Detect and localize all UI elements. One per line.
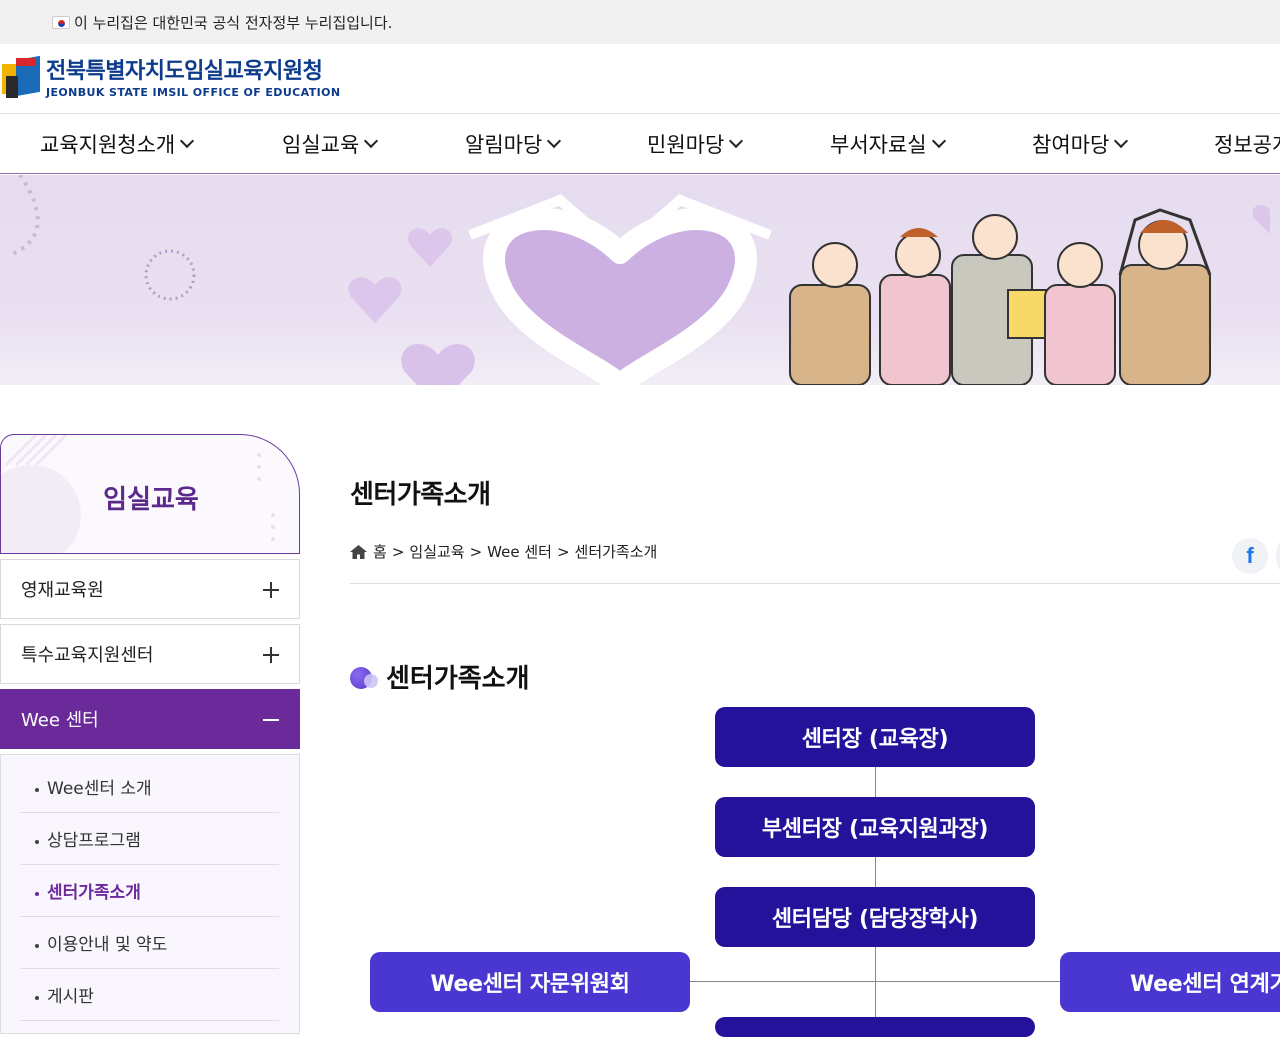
submenu-item-directions[interactable]: 이용안내 및 약도: [21, 917, 279, 969]
submenu-item-staff-intro[interactable]: 센터가족소개: [21, 865, 279, 917]
hero-illustration: [9, 175, 1270, 385]
org-vice-head-label: 부센터장 (교육지원과장): [761, 817, 989, 842]
breadcrumb-separator: >: [556, 542, 570, 561]
chevron-down-icon: [180, 133, 195, 149]
gnb-label: 참여마당: [1032, 133, 1110, 157]
page-title: 센터가족소개: [350, 480, 491, 510]
gnb-item-info-disclosure[interactable]: 정보공개: [1214, 115, 1280, 173]
plus-icon: [263, 647, 279, 663]
gov-banner: 이 누리집은 대한민국 공식 전자정부 누리집입니다.: [0, 0, 1280, 44]
sidebar-item-label: 특수교육지원센터: [21, 645, 154, 666]
chevron-down-icon: [729, 133, 744, 149]
org-next-box: [715, 1017, 1035, 1037]
facebook-share-button[interactable]: f: [1232, 538, 1268, 574]
org-center-head-label: 센터장 (교육장): [801, 727, 949, 752]
minus-icon: [263, 719, 279, 721]
chevron-down-icon: [364, 133, 379, 149]
org-vice-head: 부센터장 (교육지원과장): [715, 797, 1035, 857]
plus-icon: [263, 582, 279, 598]
gov-banner-text: 이 누리집은 대한민국 공식 전자정부 누리집입니다.: [74, 13, 393, 32]
org-connector-horizontal: [690, 981, 1060, 982]
gnb-item-department[interactable]: 부서자료실: [830, 115, 946, 173]
gnb-item-imsil-education[interactable]: 임실교육: [282, 115, 379, 173]
gnb-item-participation[interactable]: 참여마당: [1032, 115, 1129, 173]
breadcrumb-imsil-education[interactable]: 임실교육: [409, 541, 464, 562]
submenu-label: 센터가족소개: [47, 883, 141, 903]
sidebar-title-box: 임실교육: [0, 434, 300, 554]
chevron-down-icon: [931, 133, 946, 149]
submenu-item-wee-intro[interactable]: Wee센터 소개: [21, 761, 279, 813]
breadcrumb-wee-center[interactable]: Wee 센터: [487, 541, 552, 562]
breadcrumb-home[interactable]: 홈: [373, 541, 387, 562]
main-navigation: 교육지원청소개 임실교육 알림마당 민원마당 부서자료실 참여마당 정보공개: [0, 115, 1280, 174]
gnb-label: 임실교육: [282, 133, 360, 157]
submenu-item-board[interactable]: 게시판: [21, 969, 279, 1021]
sidebar-item-special-education[interactable]: 특수교육지원센터: [0, 624, 300, 684]
share-button[interactable]: [1276, 538, 1280, 574]
sidebar-item-gifted-education[interactable]: 영재교육원: [0, 559, 300, 619]
section-title: 센터가족소개: [350, 658, 530, 695]
sidebar-title: 임실교육: [103, 485, 199, 515]
section-title-text: 센터가족소개: [386, 664, 530, 694]
sidebar-item-wee-center[interactable]: Wee 센터: [0, 689, 300, 749]
submenu-label: 상담프로그램: [47, 831, 141, 851]
chevron-down-icon: [1114, 133, 1129, 149]
breadcrumb-current: 센터가족소개: [574, 543, 658, 561]
breadcrumb-separator: >: [391, 542, 405, 561]
site-logo[interactable]: 전북특별자치도임실교육지원청 JEONBUK STATE IMSIL OFFIC…: [2, 55, 341, 102]
gnb-label: 민원마당: [647, 133, 725, 157]
gnb-label: 알림마당: [465, 133, 543, 157]
home-icon: [350, 544, 367, 559]
org-manager-label: 센터담당 (담당장학사): [771, 907, 979, 932]
org-manager: 센터담당 (담당장학사): [715, 887, 1035, 947]
org-center-head: 센터장 (교육장): [715, 707, 1035, 767]
breadcrumb-divider: [350, 583, 1280, 584]
gnb-label: 부서자료실: [830, 133, 927, 157]
logo-name-en: JEONBUK STATE IMSIL OFFICE OF EDUCATION: [46, 85, 341, 99]
logo-name-ko: 전북특별자치도임실교육지원청: [46, 58, 323, 84]
sidebar-item-label: 영재교육원: [21, 580, 104, 601]
org-partner-agencies: Wee센터 연계기관: [1060, 952, 1280, 1012]
submenu-item-counseling-program[interactable]: 상담프로그램: [21, 813, 279, 865]
chevron-down-icon: [547, 133, 562, 149]
submenu-label: 이용안내 및 약도: [47, 935, 168, 955]
sidebar-submenu: Wee센터 소개 상담프로그램 센터가족소개 이용안내 및 약도 게시판: [0, 754, 300, 1034]
org-advisory-committee: Wee센터 자문위원회: [370, 952, 690, 1012]
breadcrumb-separator: >: [469, 542, 483, 561]
logo-emblem-icon: [2, 55, 40, 102]
gnb-label: 정보공개: [1214, 133, 1280, 157]
gnb-item-civil[interactable]: 민원마당: [647, 115, 744, 173]
submenu-label: Wee센터 소개: [47, 779, 152, 799]
gnb-item-intro[interactable]: 교육지원청소개: [40, 115, 195, 173]
org-advisory-committee-label: Wee센터 자문위원회: [430, 972, 630, 997]
facebook-icon: f: [1246, 543, 1254, 568]
gnb-item-notices[interactable]: 알림마당: [465, 115, 562, 173]
bullet-circle-icon: [350, 664, 380, 690]
sidebar-item-label: Wee 센터: [21, 710, 99, 731]
gnb-label: 교육지원청소개: [40, 133, 176, 157]
hero-banner-image: [0, 175, 1280, 385]
site-header: 전북특별자치도임실교육지원청 JEONBUK STATE IMSIL OFFIC…: [0, 44, 1280, 114]
korea-flag-icon: [52, 15, 70, 29]
submenu-label: 게시판: [47, 987, 94, 1007]
org-partner-agencies-label: Wee센터 연계기관: [1130, 972, 1280, 997]
breadcrumb: 홈 > 임실교육 > Wee 센터 > 센터가족소개: [350, 541, 657, 562]
